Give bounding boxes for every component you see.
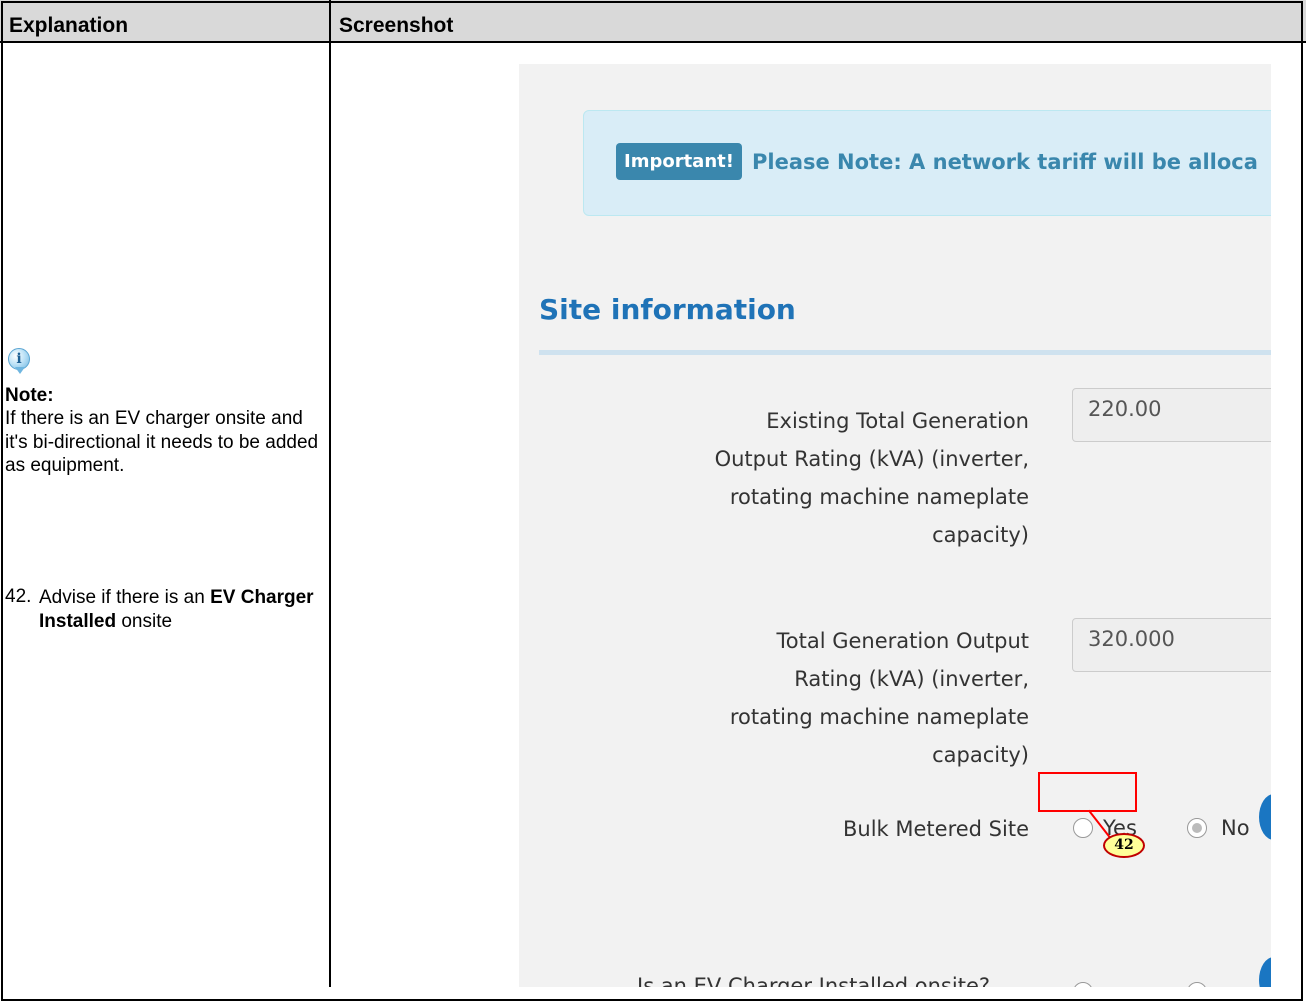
alert-text: Please Note: A network tariff will be al…	[752, 150, 1258, 174]
important-badge: Important!	[616, 143, 742, 180]
help-icon[interactable]	[1259, 794, 1271, 840]
note-title: Note:	[5, 385, 54, 406]
total-generation-input[interactable]: 320.000	[1072, 618, 1271, 672]
ev-charger-label: Is an EV Charger Installed onsite?	[637, 974, 991, 987]
existing-generation-label: Existing Total Generation Output Rating …	[714, 409, 1029, 547]
step-badge: 42	[1103, 833, 1145, 858]
ev-help-icon[interactable]	[1259, 957, 1271, 987]
instruction-table: Explanation Screenshot i Note: If there …	[0, 0, 1306, 1001]
ev-charger-yes-radio[interactable]	[1073, 982, 1093, 987]
step-text: Advise if there is an EV Charger Install…	[39, 586, 324, 633]
section-divider	[539, 350, 1271, 355]
step-text-before: Advise if there is an	[39, 587, 211, 608]
bulk-metered-yes-radio[interactable]	[1073, 818, 1093, 838]
section-title: Site information	[539, 293, 796, 326]
highlight-box	[1038, 772, 1137, 812]
form-screenshot: Important! Please Note: A network tariff…	[519, 64, 1271, 987]
note-body: If there is an EV charger onsite and it'…	[5, 408, 319, 476]
total-generation-label: Total Generation Output Rating (kVA) (in…	[729, 629, 1029, 767]
step-text-after: onsite	[116, 610, 173, 632]
bulk-metered-label: Bulk Metered Site	[843, 817, 1029, 841]
ev-charger-no-radio[interactable]	[1187, 982, 1207, 987]
bulk-metered-no-radio[interactable]	[1187, 818, 1207, 838]
existing-generation-input[interactable]: 220.00	[1072, 388, 1271, 442]
info-icon-tail	[15, 367, 25, 374]
step-number: 42.	[5, 586, 32, 607]
bulk-metered-no-label[interactable]: No	[1221, 816, 1250, 840]
